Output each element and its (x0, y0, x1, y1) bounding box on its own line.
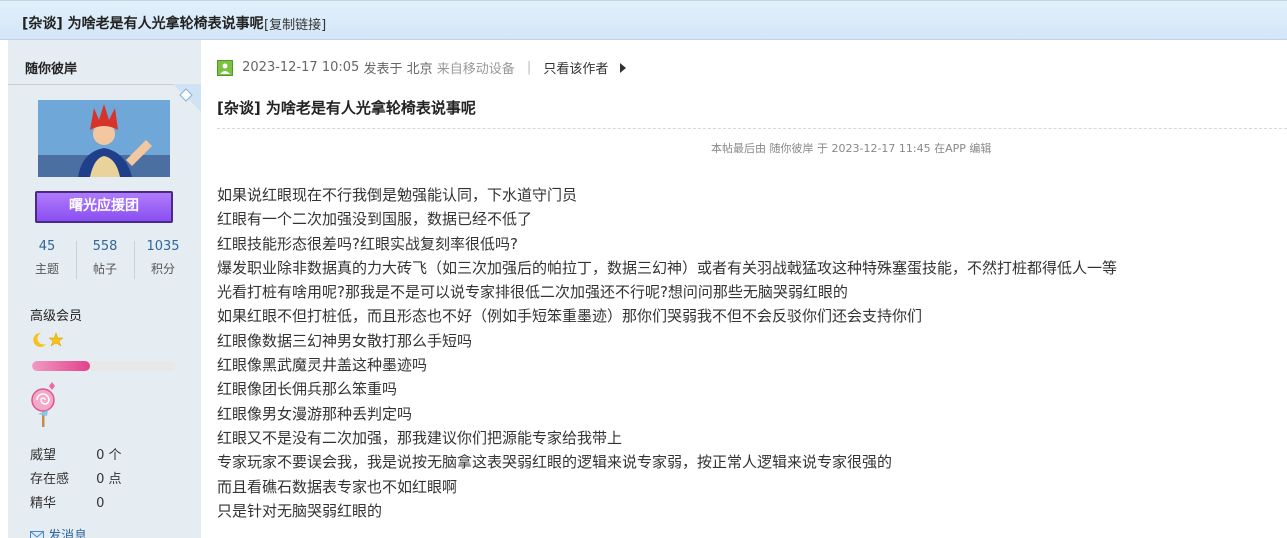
meta-separator: | (526, 60, 532, 75)
diamond-corner-icon (173, 84, 201, 112)
content-line: 光看打桩有啥用呢?那我是不是可以说专家排很低二次加强还不行呢?想问问那些无脑哭弱… (217, 283, 848, 302)
post-content: 如果说红眼现在不行我倒是勉强能认同，下水道守门员 红眼有一个二次加强没到国服，数… (217, 183, 1117, 523)
group-badge: 曙光应援团 (35, 191, 173, 223)
moon-star-rank-icon (33, 332, 64, 347)
detail-value: 0 (96, 496, 105, 511)
avatar-image (38, 100, 170, 177)
post-divider (217, 128, 1287, 129)
stat-posts[interactable]: 558 帖子 (76, 237, 134, 281)
detail-label: 存在感 (30, 472, 70, 487)
content-line: 红眼像黑武魔灵井盖这种墨迹吗 (217, 356, 428, 375)
user-stats: 45 主题 558 帖子 1035 积分 (18, 237, 193, 283)
post-date: 2023-12-17 10:05 (242, 60, 360, 75)
stat-label: 帖子 (92, 262, 117, 276)
user-sidebar: 随你彼岸 曙光应援团 45 主题 558 帖子 1035 积分 高级会员 威望 … (8, 40, 201, 538)
stat-value: 558 (92, 239, 118, 254)
content-line: 红眼有一个二次加强没到国服，数据已经不低了 (217, 210, 533, 229)
avatar[interactable] (38, 100, 170, 177)
envelope-icon (30, 531, 44, 538)
detail-row: 威望 0 个 (30, 444, 122, 468)
post-device: 来自移动设备 (436, 62, 515, 77)
content-line: 红眼技能形态很差吗?红眼实战复刻率很低吗? (217, 234, 518, 253)
post-meta: 2023-12-17 10:05 发表于 北京 来自移动设备 | 只看该作者 (217, 58, 627, 77)
only-author-link[interactable]: 只看该作者 (543, 62, 608, 77)
copy-link-button[interactable]: [复制链接] (264, 14, 326, 33)
send-message-link[interactable]: 发消息 (30, 525, 87, 538)
stat-threads[interactable]: 45 主题 (18, 237, 76, 281)
thread-title: [杂谈] 为啥老是有人光拿轮椅表说事呢 (22, 16, 264, 32)
user-details: 威望 0 个 存在感 0 点 精华 0 (30, 444, 122, 516)
content-line: 红眼像团长佣兵那么笨重吗 (217, 380, 398, 399)
content-line: 爆发职业除非数据真的力大砖飞（如三次加强后的帕拉丁，数据三幻神）或者有关羽战戟猛… (217, 258, 1118, 277)
content-line: 如果红眼不但打桩低，而且形态也不好（例如手短笨重墨迹）那你们哭弱我不但不会反驳你… (217, 307, 923, 326)
stat-label: 积分 (150, 262, 175, 276)
content-line: 红眼像数据三幻神男女散打那么手短吗 (217, 331, 473, 350)
content-line: 如果说红眼现在不行我倒是勉强能认同，下水道守门员 (217, 186, 578, 204)
stat-label: 主题 (34, 262, 59, 276)
level-progress-fill (32, 361, 90, 371)
thread-header: [杂谈] 为啥老是有人光拿轮椅表说事呢 [复制链接] (0, 0, 1287, 40)
level-progress-bar (32, 361, 176, 371)
edit-note: 本帖最后由 随你彼岸 于 2023-12-17 11:45 在APP 编辑 (711, 142, 992, 155)
content-line: 红眼像男女漫游那种丢判定吗 (217, 404, 413, 423)
content-line: 专家玩家不要误会我，我是说按无脑拿这表哭弱红眼的逻辑来说专家弱，按正常人逻辑来说… (217, 453, 893, 472)
detail-value: 0 点 (96, 472, 122, 487)
content-line: 只是针对无脑哭弱红眼的 (217, 501, 383, 520)
detail-label: 精华 (30, 496, 57, 511)
post-body: 2023-12-17 10:05 发表于 北京 来自移动设备 | 只看该作者 [… (201, 40, 1287, 538)
content-line: 红眼又不是没有二次加强，那我建议你们把源能专家给我带上 (217, 428, 623, 447)
user-level: 高级会员 (30, 309, 83, 324)
lollipop-medal-icon[interactable] (30, 380, 58, 430)
content-line: 而且看礁石数据表专家也不如红眼啊 (217, 477, 458, 496)
post-location: 发表于 北京 (363, 62, 433, 77)
stat-points[interactable]: 1035 积分 (134, 237, 192, 281)
detail-row: 精华 0 (30, 492, 122, 516)
stat-value: 45 (38, 239, 56, 254)
stat-value: 1035 (146, 239, 180, 254)
detail-label: 威望 (30, 448, 57, 463)
detail-row: 存在感 0 点 (30, 468, 122, 492)
send-message-label: 发消息 (48, 529, 88, 538)
online-status-icon (217, 59, 233, 76)
detail-value: 0 个 (96, 448, 122, 463)
username[interactable]: 随你彼岸 (25, 58, 77, 77)
post-title: [杂谈] 为啥老是有人光拿轮椅表说事呢 (217, 99, 476, 117)
triangle-right-icon[interactable] (619, 62, 627, 73)
